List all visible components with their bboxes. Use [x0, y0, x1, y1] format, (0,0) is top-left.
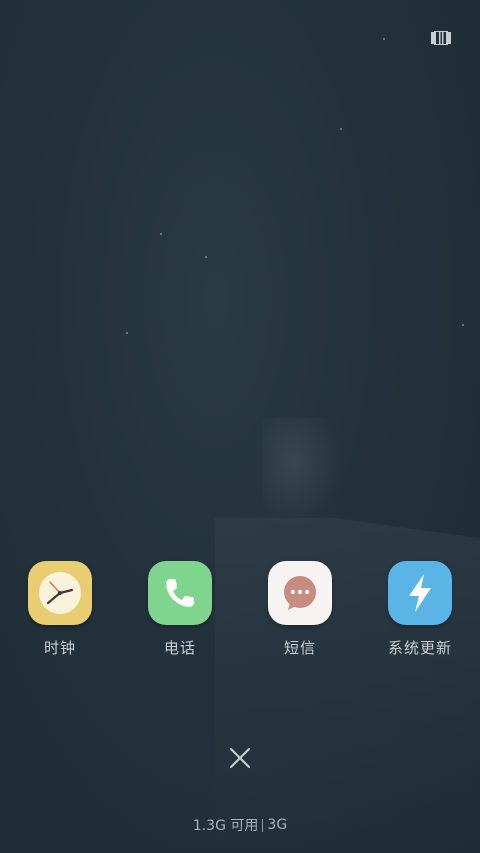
app-label: 时钟	[43, 639, 76, 657]
app-messages[interactable]: 短信	[250, 561, 350, 658]
clock-icon	[28, 561, 92, 625]
app-label: 系统更新	[387, 639, 452, 657]
lightning-icon	[388, 561, 452, 625]
wallpaper-star	[340, 128, 342, 130]
wallpaper-star	[160, 233, 162, 235]
app-phone[interactable]: 电话	[130, 561, 230, 658]
wallpaper-star	[462, 324, 464, 326]
grid-icon	[431, 31, 451, 45]
app-label: 短信	[283, 639, 316, 657]
phone-icon	[148, 561, 212, 625]
wallpaper-star	[383, 38, 385, 40]
app-clock[interactable]: 时钟	[10, 561, 110, 658]
app-system-update[interactable]: 系统更新	[370, 561, 470, 658]
clear-all-button[interactable]	[226, 744, 254, 772]
close-icon	[229, 747, 251, 769]
memory-available: 1.3G 可用	[192, 818, 259, 834]
recent-apps-row: 时钟 电话 短信 系统更新	[0, 561, 480, 661]
memory-total: 3G	[267, 817, 288, 833]
message-icon	[268, 561, 332, 625]
wallpaper-figure	[262, 418, 342, 528]
wallpaper-star	[126, 332, 128, 334]
memory-status: 1.3G 可用 3G	[0, 815, 480, 835]
app-label: 电话	[163, 639, 196, 657]
divider	[262, 818, 264, 832]
wallpaper-star	[205, 256, 207, 258]
recents-layout-icon[interactable]	[431, 31, 451, 45]
recent-apps-screen: 时钟 电话 短信 系统更新 1.3G 可用 3G	[0, 0, 480, 853]
